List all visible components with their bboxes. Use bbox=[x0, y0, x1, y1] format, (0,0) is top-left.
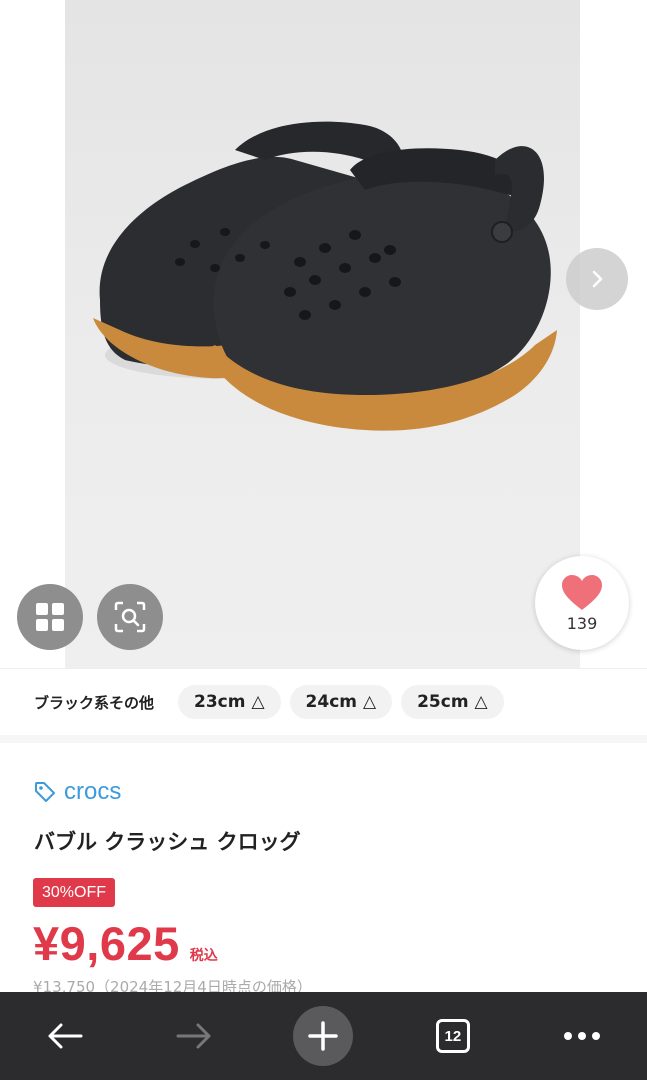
visual-search-button[interactable] bbox=[97, 584, 163, 650]
like-button[interactable]: 139 bbox=[535, 556, 629, 650]
tab-count: 12 bbox=[444, 1027, 462, 1045]
forward-button[interactable] bbox=[159, 1001, 229, 1071]
chevron-right-icon bbox=[592, 270, 603, 288]
stock-mark: △ bbox=[363, 692, 377, 712]
brand-link[interactable]: crocs bbox=[34, 778, 121, 806]
visual-search-icon bbox=[114, 601, 146, 633]
price: ¥9,625 税込 bbox=[33, 916, 218, 971]
tabs-button[interactable]: 12 bbox=[418, 1001, 488, 1071]
color-label: ブラック系その他 bbox=[34, 693, 155, 712]
tax-label: 税込 bbox=[189, 948, 218, 964]
heart-icon bbox=[562, 574, 602, 610]
size-label: 24cm bbox=[305, 692, 357, 712]
discount-badge: 30%OFF bbox=[33, 878, 116, 907]
image-list-button[interactable] bbox=[17, 584, 83, 650]
size-chip-23cm[interactable]: 23cm △ bbox=[178, 685, 281, 719]
price-amount: ¥9,625 bbox=[33, 917, 180, 970]
product-title: バブル クラッシュ クロッグ bbox=[34, 830, 301, 854]
product-photo[interactable] bbox=[65, 0, 580, 668]
grid-icon bbox=[36, 603, 64, 631]
stock-mark: △ bbox=[474, 692, 488, 712]
section-divider bbox=[0, 735, 647, 743]
product-image-area: 139 bbox=[0, 0, 647, 668]
stock-mark: △ bbox=[251, 692, 265, 712]
tag-icon bbox=[35, 782, 55, 802]
back-button[interactable] bbox=[30, 1001, 100, 1071]
size-chip-25cm[interactable]: 25cm △ bbox=[401, 685, 504, 719]
crocs-clog-illustration bbox=[93, 121, 557, 431]
brand-name: crocs bbox=[64, 778, 122, 805]
size-chip-24cm[interactable]: 24cm △ bbox=[289, 685, 393, 719]
tabs-icon: 12 bbox=[435, 1019, 470, 1053]
plus-icon bbox=[308, 1021, 339, 1051]
add-circle bbox=[293, 1006, 354, 1066]
browser-toolbar: 12 bbox=[0, 992, 647, 1080]
size-label: 25cm bbox=[417, 692, 469, 712]
like-count: 139 bbox=[566, 613, 598, 633]
size-label: 23cm bbox=[194, 692, 246, 712]
variant-selector: ブラック系その他 23cm △ 24cm △ 25cm △ bbox=[0, 668, 647, 736]
more-icon bbox=[564, 1032, 601, 1040]
new-tab-button[interactable] bbox=[288, 1001, 358, 1071]
forward-arrow-icon bbox=[176, 1023, 211, 1049]
back-arrow-icon bbox=[48, 1023, 83, 1049]
next-image-button[interactable] bbox=[566, 248, 628, 310]
more-button[interactable] bbox=[547, 1001, 617, 1071]
